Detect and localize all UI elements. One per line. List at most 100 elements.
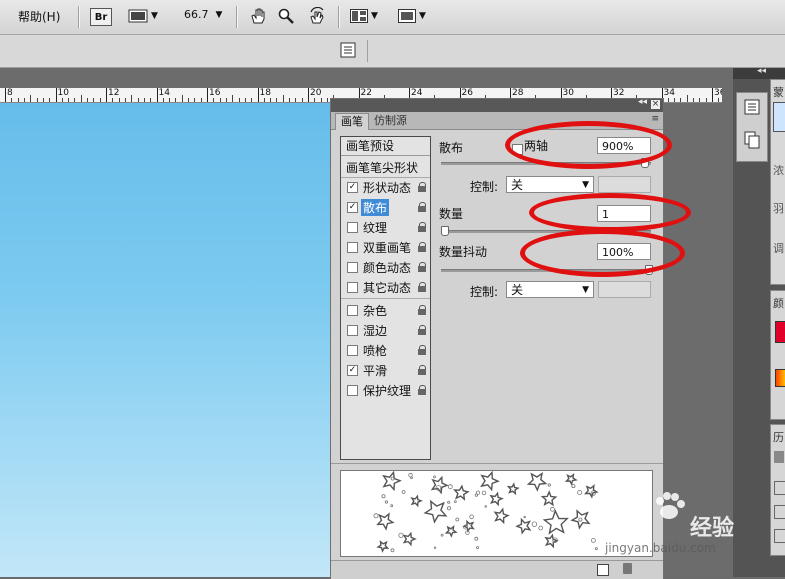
option-checkbox[interactable]	[347, 262, 358, 273]
scatter-control-select[interactable]: 关 ▼	[506, 176, 594, 193]
brush-option-item[interactable]: 保护纹理	[341, 381, 430, 400]
hand-tool-button[interactable]	[250, 7, 266, 25]
option-checkbox[interactable]	[347, 222, 358, 233]
small-dab	[447, 500, 451, 504]
lock-icon[interactable]	[418, 282, 427, 292]
menu-help[interactable]: 帮助(H)	[18, 8, 60, 25]
dock-collapse-bar[interactable]: ◂◂	[733, 66, 785, 79]
option-label: 纹理	[363, 221, 388, 235]
menu-separator	[236, 6, 237, 28]
panel-icon[interactable]	[744, 99, 760, 115]
panel-menu-icon[interactable]: ≡	[651, 114, 659, 124]
brush-presets-button[interactable]: 画笔预设	[341, 137, 430, 156]
option-label: 保护纹理	[363, 384, 412, 398]
option-label: 双重画笔	[363, 241, 412, 255]
ruler-minor-tick	[150, 98, 152, 102]
option-checkbox[interactable]	[347, 345, 358, 356]
tab-clone-source[interactable]: 仿制源	[369, 113, 412, 129]
brush-option-item[interactable]: ✓ 散布	[341, 198, 430, 217]
brush-option-item[interactable]: ✓ 形状动态	[341, 178, 430, 197]
ruler-label: 24	[411, 88, 423, 98]
document-canvas[interactable]	[0, 103, 330, 577]
lock-icon[interactable]	[418, 305, 427, 315]
scatter-control-label: 控制:	[470, 180, 499, 194]
brush-option-item[interactable]: 纹理	[341, 218, 430, 237]
star-dab	[515, 517, 532, 535]
small-dab	[455, 517, 460, 522]
new-preset-icon[interactable]	[597, 564, 609, 576]
brush-option-item[interactable]: 杂色	[341, 301, 430, 320]
ruler-minor-tick	[169, 98, 171, 102]
lock-icon[interactable]	[418, 202, 427, 212]
brush-option-item[interactable]: 喷枪	[341, 341, 430, 360]
star-dab	[570, 509, 591, 530]
lock-icon[interactable]	[418, 345, 427, 355]
arrange-documents-button[interactable]: ▼	[350, 9, 378, 23]
toggle-brush-panel-button[interactable]	[340, 42, 356, 61]
panel-title-bar[interactable]: ◂◂ ×	[331, 97, 663, 112]
option-checkbox[interactable]	[347, 282, 358, 293]
ruler-minor-tick	[674, 98, 676, 102]
option-checkbox[interactable]: ✓	[347, 202, 358, 213]
ruler-major-tick	[106, 88, 107, 102]
trash-icon[interactable]	[623, 563, 632, 574]
option-label: 喷枪	[363, 344, 388, 358]
collapse-icon[interactable]: ◂◂	[638, 97, 647, 107]
chevron-down-icon: ▼	[419, 11, 426, 21]
lock-icon[interactable]	[418, 262, 427, 272]
lock-icon[interactable]	[418, 325, 427, 335]
lock-icon[interactable]	[418, 222, 427, 232]
history-state-box[interactable]	[774, 529, 785, 543]
option-checkbox[interactable]	[347, 242, 358, 253]
ruler-label: 8	[7, 88, 13, 98]
small-dab	[474, 493, 478, 497]
brush-option-item[interactable]: 双重画笔	[341, 238, 430, 257]
color-ramp[interactable]	[775, 369, 785, 387]
rotate-view-button[interactable]	[308, 7, 326, 25]
tab-brush[interactable]: 画笔	[335, 113, 369, 130]
small-dab	[373, 513, 379, 519]
count-label: 数量	[439, 207, 464, 221]
lock-icon[interactable]	[418, 385, 427, 395]
zoom-tool-button[interactable]	[278, 8, 294, 24]
option-checkbox[interactable]	[347, 325, 358, 336]
collapse-icon: ◂◂	[757, 66, 767, 76]
brush-tip-shape-item[interactable]: 画笔笔尖形状	[341, 159, 430, 178]
lock-icon[interactable]	[418, 182, 427, 192]
ruler-minor-tick	[219, 98, 221, 102]
history-state-box[interactable]	[774, 481, 785, 495]
ruler-label: 20	[310, 88, 322, 98]
screen-mode-button[interactable]: ▼	[398, 9, 426, 23]
small-dab	[481, 490, 487, 496]
option-checkbox[interactable]	[347, 385, 358, 396]
count-slider-thumb[interactable]	[441, 226, 449, 236]
clone-source-icon[interactable]	[744, 131, 760, 149]
history-brush-icon[interactable]	[774, 451, 784, 463]
ruler-minor-tick	[295, 98, 297, 102]
small-dab	[433, 475, 436, 479]
bridge-button[interactable]: Br	[90, 8, 112, 26]
history-state-box[interactable]	[774, 505, 785, 519]
lock-icon[interactable]	[418, 242, 427, 252]
jitter-control-select[interactable]: 关 ▼	[506, 281, 594, 298]
foreground-swatch[interactable]	[775, 321, 785, 343]
option-group-divider	[341, 298, 430, 299]
close-icon[interactable]: ×	[651, 100, 660, 109]
zoom-dropdown[interactable]: 66.7 ▼	[184, 8, 222, 21]
ruler-minor-tick	[93, 98, 95, 102]
brush-option-item[interactable]: 湿边	[341, 321, 430, 340]
zoom-value: 66.7	[184, 8, 209, 21]
option-checkbox[interactable]: ✓	[347, 365, 358, 376]
option-label: 散布	[361, 199, 390, 216]
brush-option-item[interactable]: ✓ 平滑	[341, 361, 430, 380]
lock-icon[interactable]	[418, 365, 427, 375]
brush-option-item[interactable]: 颜色动态	[341, 258, 430, 277]
ruler-minor-tick	[87, 98, 89, 102]
ruler-minor-tick	[49, 98, 51, 102]
brush-option-item[interactable]: 其它动态	[341, 278, 430, 297]
option-checkbox[interactable]: ✓	[347, 182, 358, 193]
view-extras-button[interactable]: ▼	[128, 8, 158, 24]
option-checkbox[interactable]	[347, 305, 358, 316]
options-separator	[367, 40, 368, 62]
ruler-label: 18	[259, 88, 271, 98]
